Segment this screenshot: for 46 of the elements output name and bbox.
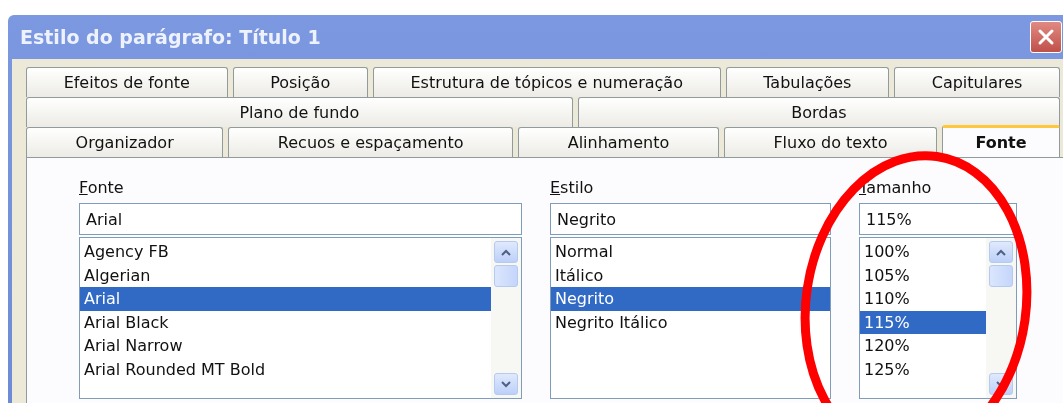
tab[interactable]: Recuos e espaçamento [228, 127, 514, 157]
scroll-thumb[interactable] [989, 265, 1013, 287]
tab[interactable]: Fonte [942, 125, 1060, 157]
input-field[interactable]: Negrito [550, 203, 831, 235]
input-field[interactable]: Arial [79, 203, 522, 235]
up-chevron-icon [996, 248, 1006, 256]
close-icon [1036, 27, 1056, 47]
field-label: Fonte [79, 178, 124, 197]
list-item[interactable]: Itálico [551, 263, 830, 287]
scrollbar[interactable] [986, 238, 1016, 398]
scroll-up-button[interactable] [989, 241, 1013, 263]
scroll-down-button[interactable] [494, 373, 518, 395]
list-item[interactable]: 100% [860, 240, 986, 264]
input-field[interactable]: 115% [859, 203, 1017, 235]
window-title: Estilo do parágrafo: Título 1 [20, 26, 321, 48]
tab[interactable]: Efeitos de fonte [26, 67, 228, 97]
tab[interactable]: Estrutura de tópicos e numeração [372, 67, 721, 97]
list-item[interactable]: Arial Black [80, 310, 491, 334]
field-label: Estilo [550, 178, 594, 197]
list-item[interactable]: Normal [551, 240, 830, 264]
list-item[interactable]: 105% [860, 263, 986, 287]
list-item[interactable]: 120% [860, 334, 986, 358]
tab[interactable]: Alinhamento [518, 127, 719, 157]
list-item[interactable]: Negrito Itálico [551, 310, 830, 334]
list-item[interactable]: Algerian [80, 263, 491, 287]
list-item[interactable]: Arial Narrow [80, 334, 491, 358]
list-item[interactable]: Arial [80, 287, 491, 311]
tab[interactable]: Bordas [577, 97, 1060, 127]
tab[interactable]: Posição [232, 67, 368, 97]
list-item[interactable]: Agency FB [80, 240, 491, 264]
tab[interactable]: Organizador [26, 127, 224, 157]
scroll-up-button[interactable] [494, 241, 518, 263]
close-button[interactable] [1030, 21, 1062, 53]
scroll-thumb[interactable] [494, 265, 518, 287]
tab[interactable]: Capitulares [894, 67, 1060, 97]
list-item[interactable]: 115% [860, 310, 986, 334]
scrollbar[interactable] [491, 238, 521, 398]
list-item[interactable]: 125% [860, 357, 986, 381]
tab[interactable]: Tabulações [725, 67, 890, 97]
down-chevron-icon [501, 380, 511, 388]
list-item[interactable]: 110% [860, 287, 986, 311]
tab[interactable]: Fluxo do texto [723, 127, 937, 157]
list-item[interactable]: Arial Rounded MT Bold [80, 357, 491, 381]
up-chevron-icon [501, 248, 511, 256]
tab[interactable]: Plano de fundo [26, 97, 573, 127]
list-item[interactable]: Negrito [551, 287, 830, 311]
